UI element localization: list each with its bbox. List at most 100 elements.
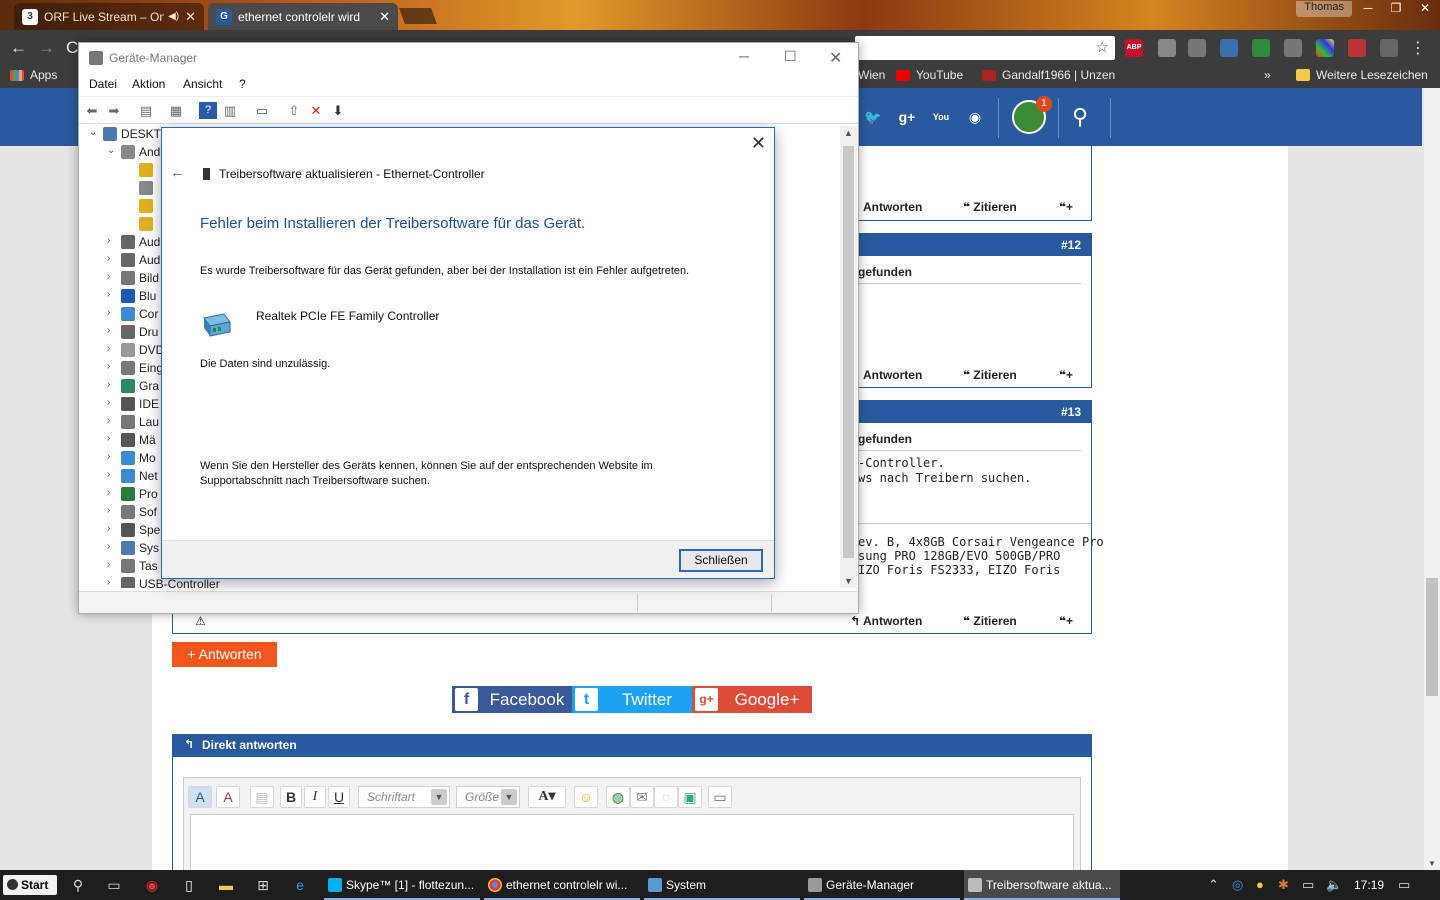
- share-googleplus-button[interactable]: g+ Google+: [692, 686, 812, 713]
- quote-button[interactable]: ❝ Zitieren: [963, 200, 1017, 214]
- details-view-icon[interactable]: ▥: [221, 102, 239, 119]
- shield-icon[interactable]: [1158, 39, 1176, 57]
- answer-button[interactable]: ↰ Antworten: [850, 614, 922, 628]
- chevron-right-icon[interactable]: ›: [107, 559, 110, 570]
- chevron-right-icon[interactable]: ›: [107, 469, 110, 480]
- search-icon[interactable]: ⚲: [70, 877, 86, 893]
- multiquote-icon[interactable]: ❝+: [1059, 614, 1073, 628]
- answer-button[interactable]: ↰ Antworten: [850, 200, 922, 214]
- arrow-extension-icon[interactable]: [1380, 39, 1398, 57]
- chevron-right-icon[interactable]: ›: [107, 487, 110, 498]
- close-icon[interactable]: ✕: [829, 48, 842, 68]
- share-extension-icon[interactable]: [1252, 39, 1270, 57]
- address-bar[interactable]: ☆: [855, 36, 1115, 60]
- chevron-down-icon[interactable]: ⌄: [107, 145, 115, 156]
- chevron-down-icon[interactable]: ⌄: [89, 127, 97, 138]
- report-warning-icon[interactable]: ⚠: [195, 614, 206, 628]
- scrollbar-thumb[interactable]: [1426, 578, 1438, 696]
- reload-icon[interactable]: C: [66, 38, 78, 58]
- text-style-icon[interactable]: A▾: [528, 786, 566, 808]
- list-view-icon[interactable]: ▦: [167, 102, 185, 119]
- task-view-icon[interactable]: ▭: [106, 877, 122, 893]
- forward-icon[interactable]: →: [38, 38, 55, 58]
- menu-datei[interactable]: Datei: [89, 77, 117, 91]
- minimize-icon[interactable]: ─: [739, 48, 749, 64]
- chevron-right-icon[interactable]: ›: [107, 505, 110, 516]
- unlink-icon[interactable]: ◌: [654, 786, 678, 808]
- store-icon[interactable]: ⊞: [255, 877, 271, 893]
- quote-bubble-icon[interactable]: ▭: [708, 786, 732, 808]
- chevron-right-icon[interactable]: ›: [107, 271, 110, 282]
- bookmark-star-icon[interactable]: ☆: [1096, 38, 1109, 56]
- share-twitter-button[interactable]: t Twitter: [572, 686, 692, 713]
- tray-app-icon[interactable]: ◎: [1232, 877, 1243, 893]
- font-family-select[interactable]: Schriftart ▼: [358, 786, 450, 808]
- chevron-right-icon[interactable]: ›: [107, 307, 110, 318]
- link-icon[interactable]: ◍: [606, 786, 630, 808]
- clock[interactable]: 17:19: [1354, 878, 1384, 892]
- properties-view-icon[interactable]: ▤: [137, 102, 155, 119]
- task-driver-update[interactable]: Treibersoftware aktua...: [964, 870, 1120, 900]
- scrollbar-thumb[interactable]: [843, 146, 854, 558]
- help-icon[interactable]: ?: [199, 102, 217, 119]
- scroll-down-icon[interactable]: ▼: [1428, 859, 1436, 868]
- profile-name[interactable]: Thomas: [1296, 1, 1352, 17]
- chevron-right-icon[interactable]: ›: [107, 343, 110, 354]
- remove-format-icon[interactable]: A: [216, 786, 240, 808]
- download-extension-icon[interactable]: [1284, 39, 1302, 57]
- paste-icon[interactable]: ▤: [250, 786, 274, 808]
- chevron-right-icon[interactable]: ›: [107, 289, 110, 300]
- search-icon[interactable]: ⚲: [1072, 104, 1088, 130]
- tree-scrollbar[interactable]: ▲ ▼: [840, 126, 857, 588]
- close-window-icon[interactable]: ✕: [1410, 0, 1440, 18]
- multiquote-icon[interactable]: ❝+: [1059, 368, 1073, 382]
- chevron-right-icon[interactable]: ›: [107, 397, 110, 408]
- chevron-right-icon[interactable]: ›: [107, 379, 110, 390]
- tab-close-icon[interactable]: ✕: [185, 9, 196, 25]
- bookmark-other[interactable]: Weitere Lesezeichen: [1296, 68, 1428, 82]
- start-button[interactable]: Start: [3, 875, 57, 895]
- task-chrome[interactable]: ethernet controlelr wi...: [484, 870, 640, 900]
- close-icon[interactable]: ✕: [751, 133, 766, 154]
- network-icon[interactable]: ▭: [1302, 877, 1314, 893]
- tab-orf[interactable]: 3 ORF Live Stream – On ◀) ✕: [14, 3, 204, 30]
- file-explorer-icon[interactable]: ▬: [218, 877, 234, 893]
- update-driver-icon[interactable]: ⇧: [285, 102, 303, 119]
- image-icon[interactable]: ▣: [678, 786, 702, 808]
- menu-aktion[interactable]: Aktion: [132, 77, 165, 91]
- back-arrow-icon[interactable]: ⬅: [83, 102, 101, 119]
- twitter-icon[interactable]: 🐦: [862, 106, 884, 128]
- new-tab-button[interactable]: [399, 8, 437, 24]
- forward-arrow-icon[interactable]: ➡: [105, 102, 123, 119]
- menu-ansicht[interactable]: Ansicht: [183, 77, 222, 91]
- back-icon[interactable]: ←: [10, 38, 27, 58]
- menu-dots-icon[interactable]: ⋮: [1410, 38, 1426, 58]
- minimize-icon[interactable]: ─: [1354, 0, 1382, 18]
- chevron-right-icon[interactable]: ›: [107, 235, 110, 246]
- extension-icon[interactable]: [1188, 39, 1206, 57]
- quote-button[interactable]: ❝ Zitieren: [963, 614, 1017, 628]
- chevron-right-icon[interactable]: ›: [107, 577, 110, 588]
- task-device-manager[interactable]: Geräte-Manager: [804, 870, 960, 900]
- chevron-up-icon[interactable]: ⌃: [1208, 877, 1219, 893]
- mail-extension-icon[interactable]: [1220, 39, 1238, 57]
- chevron-right-icon[interactable]: ›: [107, 361, 110, 372]
- reply-button[interactable]: + Antworten: [172, 642, 277, 667]
- download-circle-icon[interactable]: ⬇: [329, 102, 347, 119]
- reply-textarea[interactable]: [190, 814, 1074, 870]
- uninstall-icon[interactable]: ✕: [307, 102, 325, 119]
- googleplus-icon[interactable]: g+: [896, 106, 918, 128]
- share-facebook-button[interactable]: f Facebook: [452, 686, 572, 713]
- smiley-icon[interactable]: ☺: [574, 786, 598, 808]
- restore-icon[interactable]: ❐: [1382, 0, 1410, 18]
- edge-icon[interactable]: e: [292, 877, 308, 893]
- answer-button[interactable]: ↰ Antworten: [850, 368, 922, 382]
- quote-button[interactable]: ❝ Zitieren: [963, 368, 1017, 382]
- rss-icon[interactable]: ◉: [964, 106, 986, 128]
- multiquote-icon[interactable]: ❝+: [1059, 200, 1073, 214]
- bold-icon[interactable]: B: [280, 786, 302, 808]
- tray-security-icon[interactable]: ●: [1256, 877, 1264, 892]
- chevron-right-icon[interactable]: ›: [107, 523, 110, 534]
- more-bookmarks-chevron[interactable]: »: [1264, 68, 1271, 82]
- close-button[interactable]: Schließen: [679, 549, 763, 572]
